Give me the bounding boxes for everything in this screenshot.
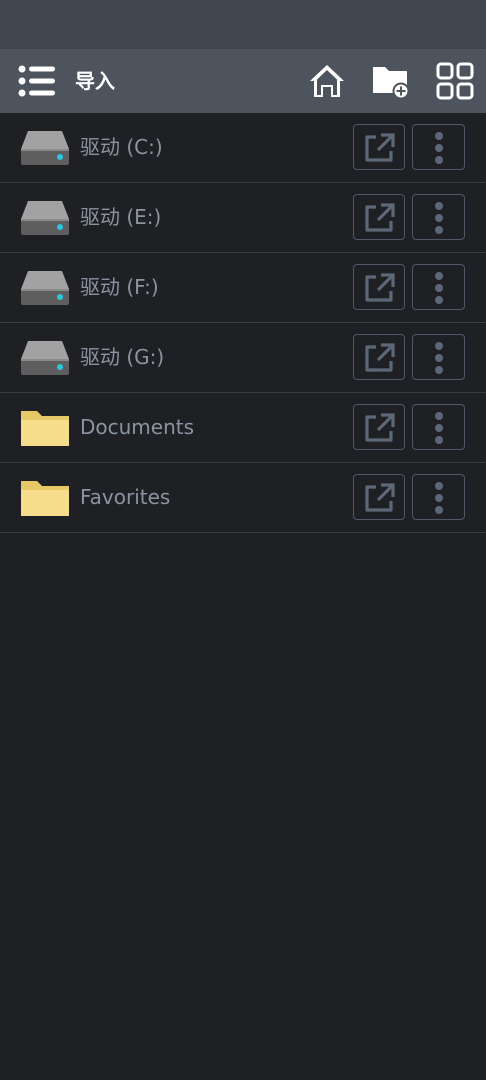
more-options-icon[interactable] bbox=[412, 124, 465, 170]
item-label: Documents bbox=[80, 415, 195, 439]
open-external-button[interactable] bbox=[353, 474, 405, 520]
list-item[interactable]: 驱动 (C:) bbox=[0, 113, 486, 183]
file-list: 驱动 (C:) 驱动 (E:) 驱动 (F:) 驱动 (G:) Document… bbox=[0, 113, 486, 533]
more-options-icon[interactable] bbox=[412, 264, 465, 310]
grid-view-icon[interactable] bbox=[436, 62, 474, 100]
open-external-button[interactable] bbox=[353, 404, 405, 450]
list-item[interactable]: 驱动 (F:) bbox=[0, 253, 486, 323]
folder-icon bbox=[20, 407, 70, 449]
status-bar bbox=[0, 0, 486, 49]
list-item[interactable]: Favorites bbox=[0, 463, 486, 533]
list-item[interactable]: 驱动 (E:) bbox=[0, 183, 486, 253]
folder-icon bbox=[20, 477, 70, 519]
open-external-button[interactable] bbox=[353, 334, 405, 380]
new-folder-icon[interactable] bbox=[371, 63, 411, 100]
item-label: 驱动 (C:) bbox=[80, 135, 163, 159]
more-options-icon[interactable] bbox=[412, 404, 465, 450]
open-external-button[interactable] bbox=[353, 124, 405, 170]
hard-drive-icon bbox=[20, 197, 70, 239]
list-item[interactable]: 驱动 (G:) bbox=[0, 323, 486, 393]
item-label: Favorites bbox=[80, 485, 171, 509]
item-label: 驱动 (G:) bbox=[80, 345, 165, 369]
item-label: 驱动 (F:) bbox=[80, 275, 159, 299]
item-label: 驱动 (E:) bbox=[80, 205, 162, 229]
hard-drive-icon bbox=[20, 127, 70, 169]
page-title: 导入 bbox=[75, 69, 115, 93]
home-icon[interactable] bbox=[308, 62, 346, 100]
open-external-button[interactable] bbox=[353, 194, 405, 240]
list-item[interactable]: Documents bbox=[0, 393, 486, 463]
more-options-icon[interactable] bbox=[412, 334, 465, 380]
more-options-icon[interactable] bbox=[412, 474, 465, 520]
hard-drive-icon bbox=[20, 337, 70, 379]
hard-drive-icon bbox=[20, 267, 70, 309]
open-external-button[interactable] bbox=[353, 264, 405, 310]
more-options-icon[interactable] bbox=[412, 194, 465, 240]
toolbar: 导入 bbox=[0, 49, 486, 113]
list-menu-icon[interactable] bbox=[18, 65, 56, 97]
